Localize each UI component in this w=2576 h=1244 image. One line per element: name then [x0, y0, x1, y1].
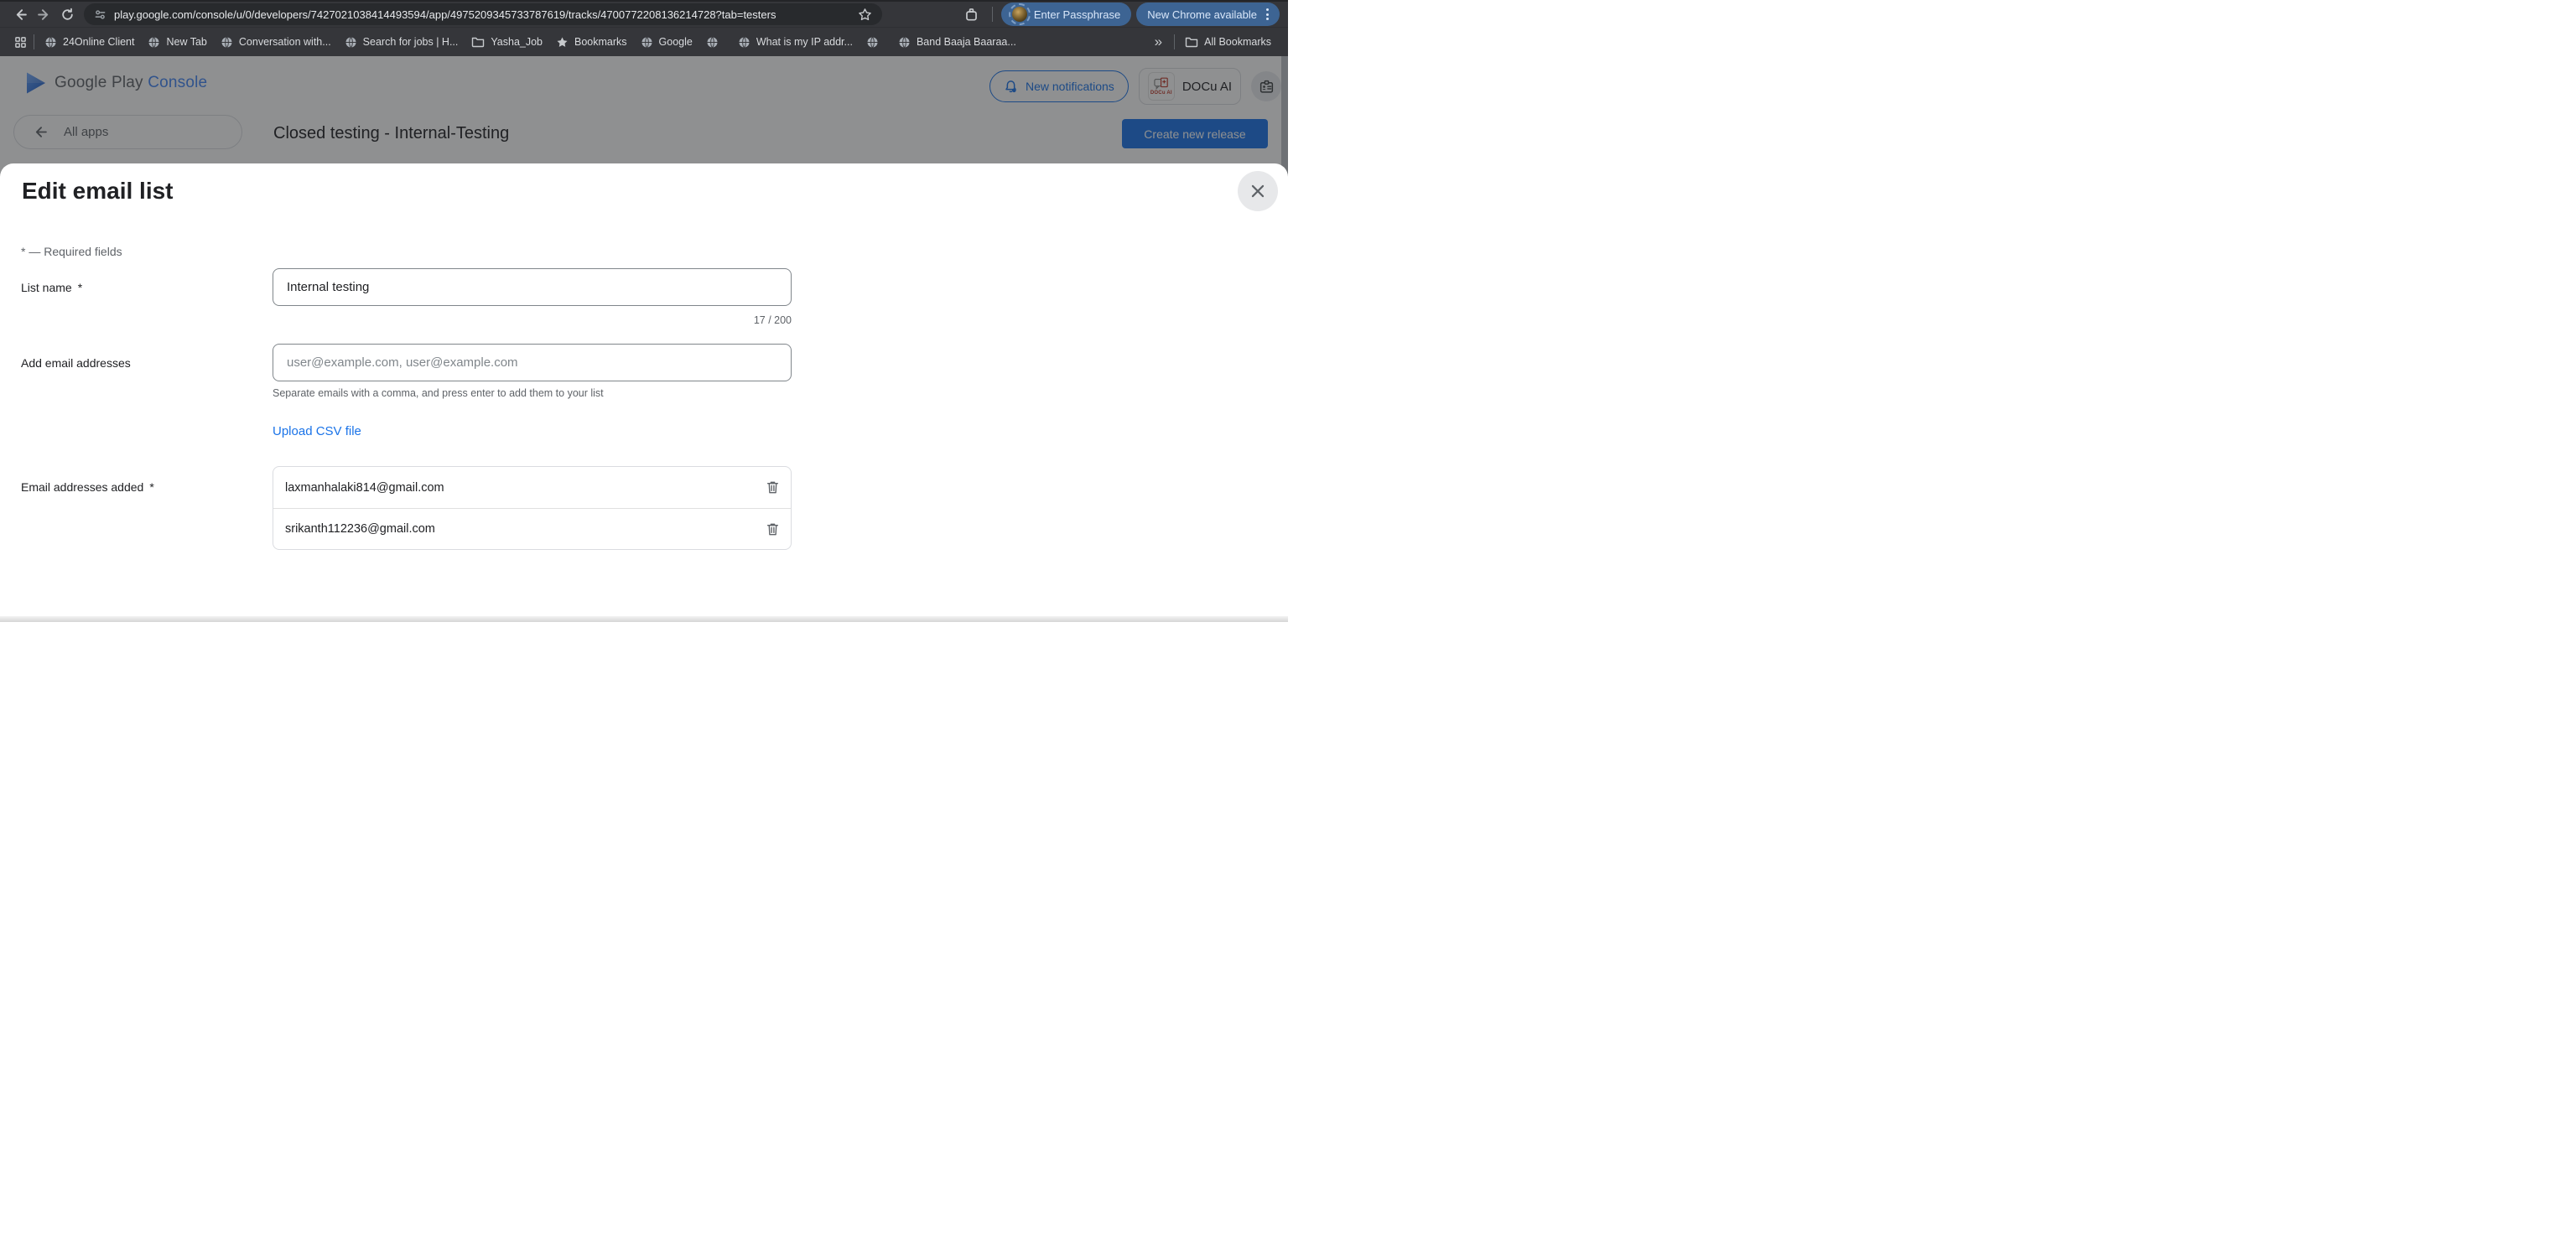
globe-favicon-icon	[221, 36, 233, 49]
delete-email-button[interactable]	[766, 480, 779, 495]
apps-grid-icon[interactable]	[10, 32, 30, 52]
bookmark-item[interactable]: Yasha_Job	[465, 33, 549, 51]
add-emails-label: Add email addresses	[21, 356, 131, 370]
bookmark-label: Bookmarks	[574, 36, 627, 48]
bookmark-label: Yasha_Job	[491, 36, 543, 48]
globe-favicon-icon	[898, 36, 911, 49]
close-button[interactable]	[1238, 171, 1278, 211]
list-name-label-text: List name	[21, 281, 72, 294]
site-controls-icon[interactable]	[94, 8, 106, 21]
address-bar[interactable]: play.google.com/console/u/0/developers/7…	[84, 3, 882, 25]
email-row: srikanth112236@gmail.com	[273, 508, 791, 549]
emails-added-required-mark: *	[149, 480, 153, 494]
upload-csv-link[interactable]: Upload CSV file	[273, 424, 361, 438]
email-row: laxmanhalaki814@gmail.com	[273, 467, 791, 508]
globe-favicon-icon	[345, 36, 357, 49]
email-address: laxmanhalaki814@gmail.com	[285, 481, 444, 495]
delete-email-button[interactable]	[766, 522, 779, 536]
globe-favicon-icon	[738, 36, 750, 49]
emails-added-label: Email addresses added *	[21, 480, 154, 494]
bookmark-label: Search for jobs | H...	[363, 36, 459, 48]
star-favicon-icon	[556, 36, 569, 49]
trash-icon	[766, 522, 779, 536]
globe-favicon-icon	[148, 36, 160, 49]
bookmark-label: Band Baaja Baaraa...	[917, 36, 1016, 48]
globe-favicon-icon	[866, 36, 879, 49]
bookmark-list: 24Online Client New Tab	[38, 33, 1023, 52]
trash-icon	[766, 480, 779, 495]
url-text: play.google.com/console/u/0/developers/7…	[114, 8, 776, 21]
bottom-scroll-strip[interactable]	[0, 616, 1288, 622]
bookmarks-overflow-icon[interactable]: »	[1146, 34, 1171, 50]
bookmarks-bar: 24Online Client New Tab	[0, 27, 1288, 56]
profile-avatar	[1012, 7, 1027, 22]
bookmark-label: Google	[659, 36, 693, 48]
new-chrome-available-button[interactable]: New Chrome available	[1136, 3, 1280, 26]
folder-icon	[471, 36, 485, 48]
new-chrome-label: New Chrome available	[1147, 8, 1257, 21]
emails-added-list: laxmanhalaki814@gmail.com srikanth112236…	[273, 466, 792, 550]
bookmarks-separator-right	[1174, 34, 1175, 49]
edit-email-list-modal: Edit email list * — Required fields List…	[0, 163, 1288, 622]
all-bookmarks-button[interactable]: All Bookmarks	[1178, 33, 1278, 51]
add-emails-input[interactable]	[273, 344, 792, 381]
toolbar-right-group: Enter Passphrase New Chrome available	[960, 3, 1280, 26]
bookmark-item[interactable]: Google	[634, 33, 699, 52]
list-name-label: List name *	[21, 281, 82, 294]
all-bookmarks-folder-icon	[1185, 36, 1198, 48]
bookmark-item[interactable]: New Tab	[141, 33, 213, 52]
globe-favicon-icon	[706, 36, 719, 49]
bookmark-item[interactable]	[699, 33, 731, 52]
enter-passphrase-button[interactable]: Enter Passphrase	[1001, 3, 1131, 26]
emails-added-label-text: Email addresses added	[21, 480, 143, 494]
bookmark-item[interactable]: Band Baaja Baaraa...	[891, 33, 1023, 52]
add-emails-helper: Separate emails with a comma, and press …	[273, 387, 604, 399]
all-bookmarks-label: All Bookmarks	[1204, 36, 1271, 48]
required-fields-note: * — Required fields	[21, 245, 122, 258]
toolbar-separator	[992, 7, 993, 22]
browser-toolbar: play.google.com/console/u/0/developers/7…	[0, 0, 1288, 27]
enter-passphrase-label: Enter Passphrase	[1034, 8, 1120, 21]
globe-favicon-icon	[44, 36, 57, 49]
extensions-icon[interactable]	[960, 3, 984, 26]
bookmark-label: New Tab	[166, 36, 206, 48]
back-icon[interactable]	[8, 3, 32, 26]
email-address: srikanth112236@gmail.com	[285, 522, 435, 536]
bookmark-item[interactable]: Conversation with...	[214, 33, 338, 52]
list-name-input[interactable]	[273, 268, 792, 306]
list-name-required-mark: *	[78, 281, 82, 294]
bookmark-label: What is my IP addr...	[756, 36, 853, 48]
bookmark-item[interactable]: What is my IP addr...	[731, 33, 860, 52]
bookmark-label: Conversation with...	[239, 36, 331, 48]
globe-favicon-icon	[641, 36, 653, 49]
bookmark-label: 24Online Client	[63, 36, 134, 48]
bookmark-item[interactable]: 24Online Client	[38, 33, 141, 52]
close-icon	[1249, 182, 1267, 200]
browser-menu-icon[interactable]	[1266, 8, 1269, 20]
reload-icon[interactable]	[55, 3, 79, 26]
bookmark-star-icon[interactable]	[858, 8, 872, 22]
bookmark-item[interactable]	[860, 33, 891, 52]
modal-title: Edit email list	[22, 178, 174, 205]
bookmark-item[interactable]: Bookmarks	[549, 33, 634, 52]
list-name-char-counter: 17 / 200	[273, 314, 792, 326]
forward-icon[interactable]	[32, 3, 55, 26]
bookmark-item[interactable]: Search for jobs | H...	[338, 33, 465, 52]
screen: play.google.com/console/u/0/developers/7…	[0, 0, 1288, 622]
